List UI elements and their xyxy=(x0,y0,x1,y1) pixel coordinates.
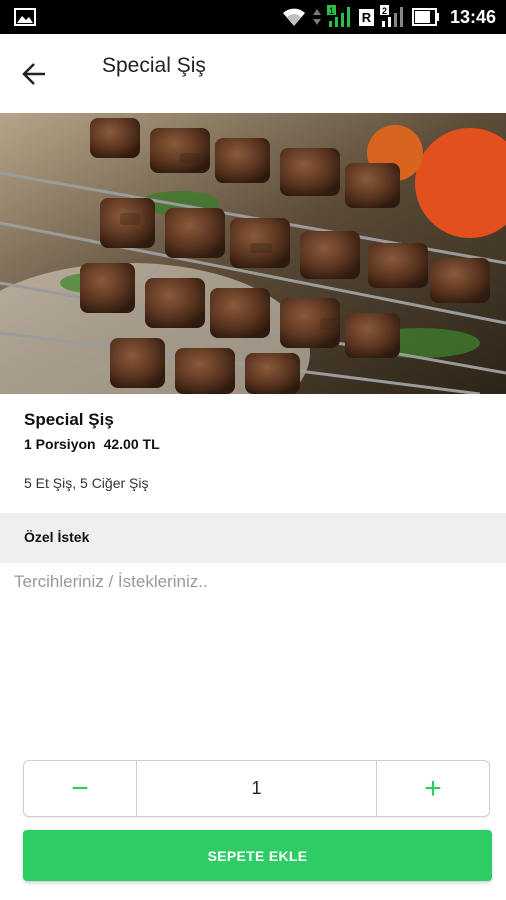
minus-icon: − xyxy=(71,771,89,805)
status-time: 13:46 xyxy=(449,6,496,27)
increase-button[interactable]: + xyxy=(377,761,489,816)
sim-card-icon: R xyxy=(358,8,374,26)
special-request-input[interactable] xyxy=(14,572,494,732)
gallery-icon xyxy=(14,8,36,26)
portion-info: 1 Porsiyon 42.00 TL xyxy=(24,436,160,452)
product-image xyxy=(0,113,506,394)
battery-icon xyxy=(411,8,439,26)
add-to-cart-button[interactable]: SEPETE EKLE xyxy=(23,830,492,881)
portion-label: 1 Porsiyon xyxy=(24,436,96,452)
product-description: 5 Et Şiş, 5 Ciğer Şiş xyxy=(24,475,149,491)
status-bar: 1 R 2 13:46 xyxy=(0,0,506,34)
sync-arrows-icon xyxy=(312,9,321,25)
signal-icon: 2 xyxy=(379,5,403,27)
arrow-left-icon[interactable] xyxy=(16,56,52,92)
svg-text:2: 2 xyxy=(382,6,387,16)
decrease-button[interactable]: − xyxy=(24,761,136,816)
product-price: 42.00 TL xyxy=(103,436,160,452)
page-title: Special Şiş xyxy=(102,54,206,77)
signal-icon: 1 xyxy=(326,5,350,27)
special-request-header: Özel İstek xyxy=(0,513,506,563)
quantity-stepper: − 1 + xyxy=(23,760,490,817)
special-request-label: Özel İstek xyxy=(24,529,90,545)
svg-text:1: 1 xyxy=(329,6,334,16)
app-bar: Special Şiş xyxy=(0,34,506,112)
product-name: Special Şiş xyxy=(24,410,114,429)
plus-icon: + xyxy=(424,771,442,805)
sim1-label: R xyxy=(361,9,372,25)
wifi-icon xyxy=(282,8,305,26)
quantity-value: 1 xyxy=(136,761,377,816)
